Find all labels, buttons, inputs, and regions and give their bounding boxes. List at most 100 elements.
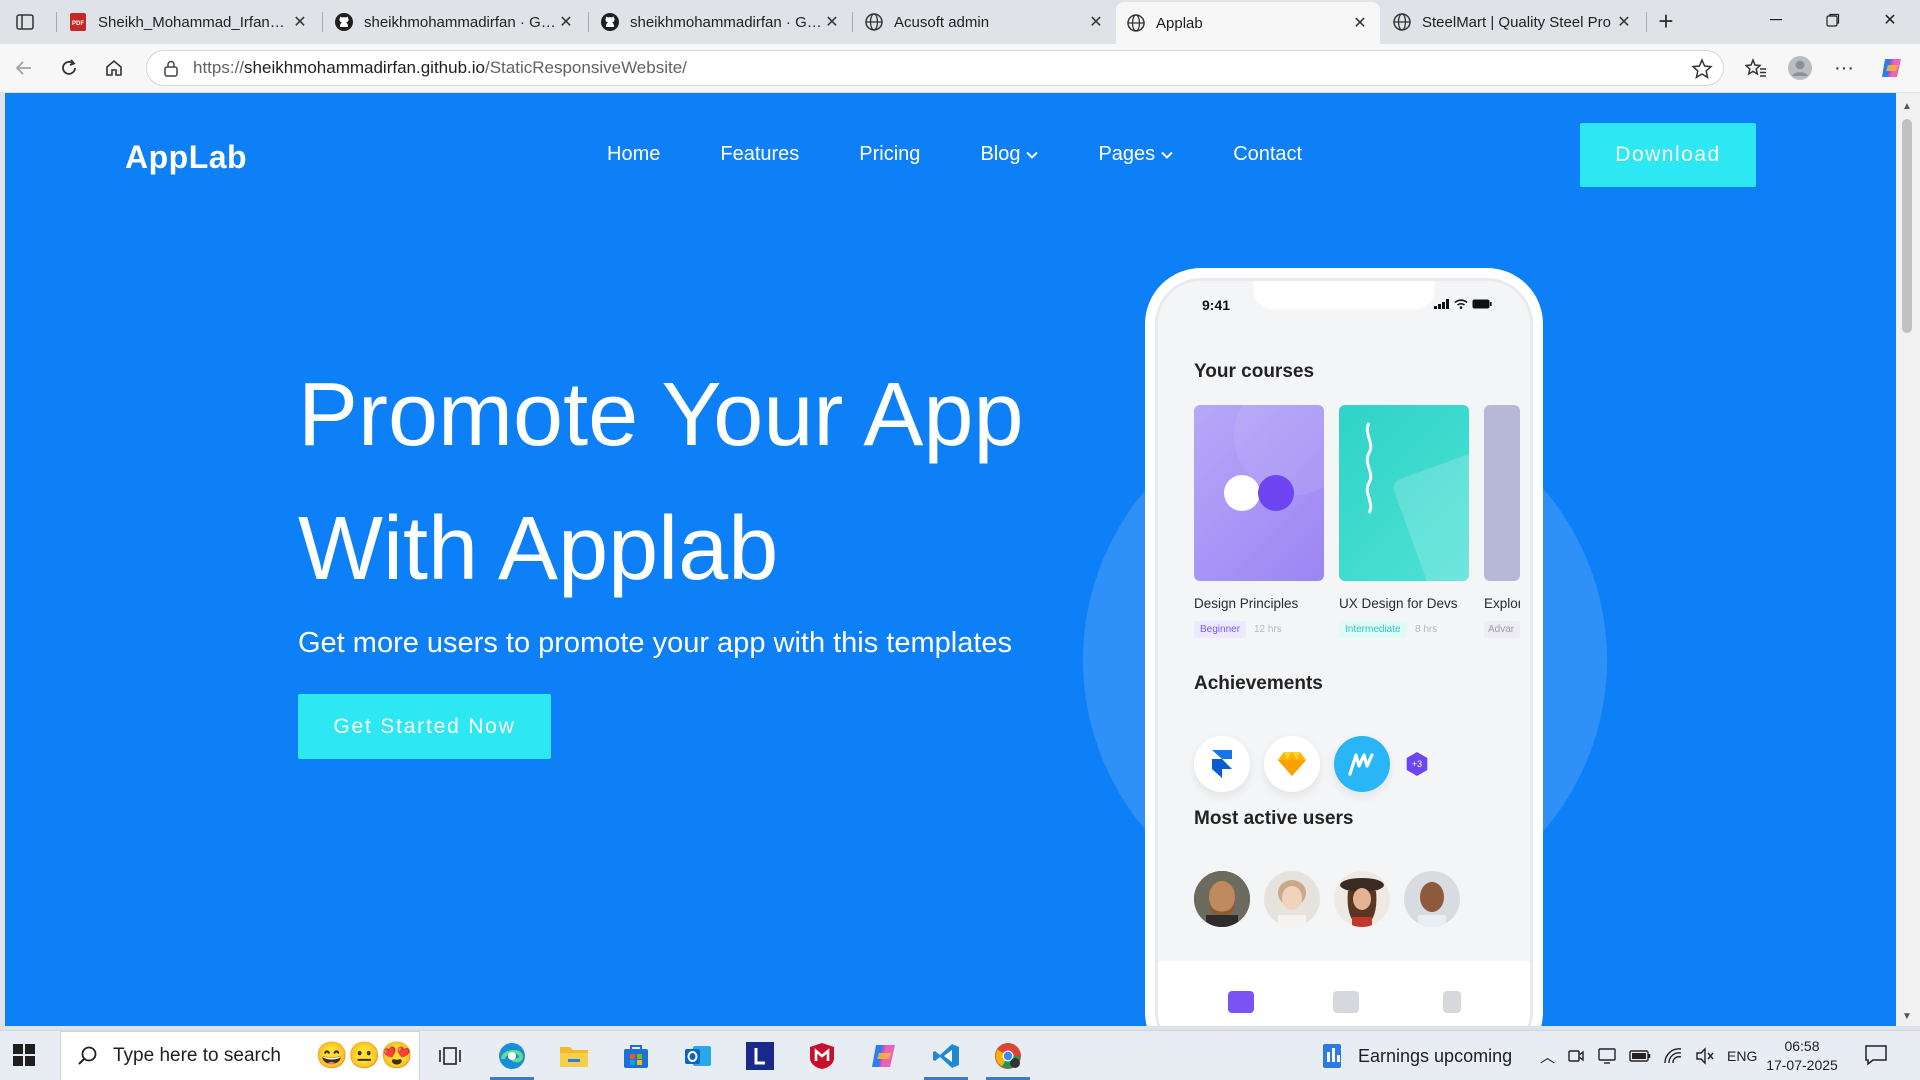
close-tab-icon[interactable]: ✕ bbox=[556, 12, 576, 32]
tab-steelmart[interactable]: SteelMart | Quality Steel Pro ✕ bbox=[1382, 4, 1644, 40]
tab-github-2[interactable]: sheikhmohammadirfan · GitHub ✕ bbox=[590, 4, 852, 40]
start-button[interactable] bbox=[12, 1043, 38, 1069]
nav-home[interactable]: Home bbox=[607, 143, 660, 166]
volume-muted-icon[interactable] bbox=[1695, 1047, 1715, 1065]
copilot-button[interactable] bbox=[1878, 54, 1906, 82]
bookmark-icon bbox=[1443, 991, 1461, 1013]
battery-icon[interactable] bbox=[1629, 1049, 1651, 1063]
download-button[interactable]: Download bbox=[1580, 123, 1756, 187]
home-button[interactable] bbox=[100, 54, 128, 82]
new-tab-button[interactable]: + bbox=[1652, 8, 1680, 36]
course-title: Design Principles bbox=[1194, 596, 1299, 611]
task-view-button[interactable] bbox=[422, 1031, 478, 1080]
tab-actions-button[interactable] bbox=[8, 8, 42, 36]
notification-center-button[interactable] bbox=[1864, 1044, 1890, 1068]
tab-resume-pdf[interactable]: PDF Sheikh_Mohammad_Irfan_CS ✕ bbox=[58, 4, 320, 40]
profile-button[interactable] bbox=[1786, 54, 1814, 82]
back-arrow-icon bbox=[15, 61, 31, 75]
chevron-down-icon bbox=[1026, 148, 1039, 162]
achievements-heading: Achievements bbox=[1194, 673, 1323, 694]
address-bar[interactable]: https://sheikhmohammadirfan.github.io/St… bbox=[146, 50, 1724, 86]
courses-heading: Your courses bbox=[1194, 361, 1315, 382]
store-icon bbox=[624, 1045, 648, 1068]
minimize-icon bbox=[1770, 19, 1782, 21]
close-window-button[interactable]: ✕ bbox=[1862, 0, 1918, 40]
taskbar-mcafee[interactable] bbox=[794, 1031, 850, 1080]
favorites-button[interactable] bbox=[1742, 54, 1770, 82]
course-card-ux-design[interactable] bbox=[1339, 405, 1469, 581]
vscode-icon bbox=[933, 1044, 959, 1068]
battery-icon bbox=[1472, 299, 1492, 309]
github-icon bbox=[600, 12, 620, 32]
show-hidden-icons-icon[interactable]: ︿ bbox=[1540, 1046, 1555, 1067]
nav-blog[interactable]: Blog bbox=[980, 143, 1039, 166]
taskbar-copilot[interactable] bbox=[856, 1031, 912, 1080]
get-started-button[interactable]: Get Started Now bbox=[298, 694, 551, 759]
more-menu-button[interactable]: ··· bbox=[1830, 54, 1858, 82]
folder-icon bbox=[1228, 991, 1254, 1013]
taskbar-vscode[interactable] bbox=[918, 1031, 974, 1080]
tab-applab[interactable]: Applab ✕ bbox=[1116, 2, 1380, 44]
back-button[interactable] bbox=[10, 54, 38, 82]
search-highlight-emoji-icon[interactable]: 😄😐😍 bbox=[316, 1040, 413, 1071]
home-icon bbox=[106, 59, 122, 76]
taskbar-search-box[interactable]: Type here to search 😄😐😍 bbox=[60, 1031, 420, 1080]
taskbar-l-app[interactable] bbox=[732, 1031, 788, 1080]
network-icon[interactable] bbox=[1663, 1047, 1683, 1065]
taskbar-outlook[interactable] bbox=[670, 1031, 726, 1080]
miro-badge-icon bbox=[1334, 736, 1390, 792]
clock-time: 06:58 bbox=[1784, 1038, 1820, 1054]
close-tab-icon[interactable]: ✕ bbox=[1350, 13, 1370, 33]
close-tab-icon[interactable]: ✕ bbox=[290, 12, 310, 32]
tab-title: sheikhmohammadirfan · GitHub bbox=[364, 13, 556, 31]
taskbar-file-explorer[interactable] bbox=[546, 1031, 602, 1080]
level-badge: Intermediate bbox=[1339, 621, 1407, 638]
mcafee-icon bbox=[810, 1043, 834, 1069]
main-nav: Home Features Pricing Blog Pages Contact bbox=[607, 143, 1362, 166]
site-logo[interactable]: AppLab bbox=[125, 139, 247, 176]
windows-logo-icon bbox=[13, 1044, 35, 1066]
edge-icon bbox=[499, 1043, 525, 1069]
scroll-down-icon[interactable]: ▼ bbox=[1902, 1011, 1912, 1022]
course-card-explore[interactable] bbox=[1484, 405, 1520, 581]
course-title: UX Design for Devs bbox=[1339, 596, 1458, 611]
sketch-badge-icon bbox=[1264, 736, 1320, 792]
course-card-design-principles[interactable] bbox=[1194, 405, 1324, 581]
nav-features[interactable]: Features bbox=[720, 143, 799, 166]
taskbar-news-widget[interactable]: Earnings upcoming bbox=[1320, 1031, 1512, 1080]
scrollbar-thumb[interactable] bbox=[1902, 119, 1912, 333]
tab-acusoft-admin[interactable]: Acusoft admin ✕ bbox=[854, 4, 1116, 40]
language-indicator[interactable]: ENG bbox=[1727, 1048, 1757, 1064]
system-tray: ︿ ENG bbox=[1540, 1031, 1757, 1080]
tab-strip: PDF Sheikh_Mohammad_Irfan_CS ✕ sheikhmoh… bbox=[0, 0, 1920, 44]
course-title: Explor bbox=[1484, 596, 1520, 611]
taskbar-chrome[interactable] bbox=[980, 1031, 1036, 1080]
taskbar-clock[interactable]: 06:58 17-07-2025 bbox=[1762, 1037, 1842, 1075]
display-icon[interactable] bbox=[1597, 1047, 1617, 1065]
copilot-icon bbox=[1882, 59, 1901, 77]
tab-title: SteelMart | Quality Steel Pro bbox=[1422, 13, 1611, 31]
tab-github-1[interactable]: sheikhmohammadirfan · GitHub ✕ bbox=[324, 4, 586, 40]
nav-contact[interactable]: Contact bbox=[1233, 143, 1302, 166]
meet-now-icon[interactable] bbox=[1567, 1047, 1585, 1065]
close-tab-icon[interactable]: ✕ bbox=[1086, 12, 1106, 32]
chat-icon bbox=[1333, 991, 1359, 1013]
taskbar-edge[interactable] bbox=[484, 1031, 540, 1080]
l-app-icon bbox=[746, 1042, 774, 1070]
hero-title: Promote Your App With Applab bbox=[298, 365, 1024, 599]
globe-icon bbox=[1126, 13, 1146, 33]
nav-pages[interactable]: Pages bbox=[1098, 143, 1173, 166]
reload-button[interactable] bbox=[55, 54, 83, 82]
scroll-up-icon[interactable]: ▲ bbox=[1902, 101, 1912, 112]
site-info-icon[interactable] bbox=[161, 58, 181, 78]
taskbar-store[interactable] bbox=[608, 1031, 664, 1080]
minimize-button[interactable] bbox=[1748, 0, 1804, 40]
clock-date: 17-07-2025 bbox=[1766, 1057, 1838, 1073]
restore-button[interactable] bbox=[1805, 0, 1861, 40]
close-tab-icon[interactable]: ✕ bbox=[822, 12, 842, 32]
tab-actions-icon bbox=[16, 14, 34, 30]
page-scrollbar[interactable]: ▲ ▼ bbox=[1896, 93, 1920, 1026]
close-tab-icon[interactable]: ✕ bbox=[1614, 12, 1634, 32]
favorite-star-icon[interactable] bbox=[1691, 58, 1713, 80]
nav-pricing[interactable]: Pricing bbox=[859, 143, 920, 166]
